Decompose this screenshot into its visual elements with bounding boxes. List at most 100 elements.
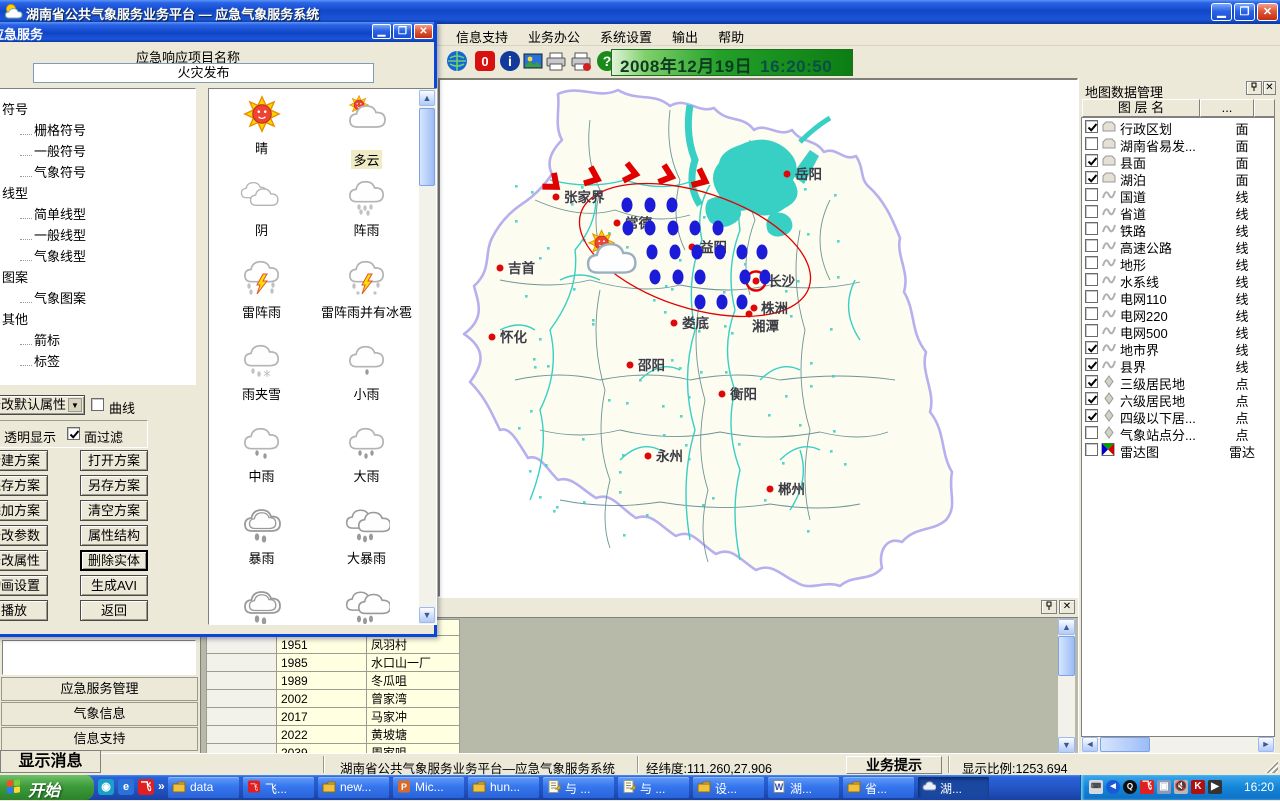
- table-row[interactable]: 2002曾家湾: [207, 690, 460, 708]
- symbol-partial[interactable]: [209, 587, 314, 625]
- table-row[interactable]: 2022黄坡塘: [207, 726, 460, 744]
- layer-row-县界[interactable]: 县界线: [1082, 356, 1274, 373]
- symbol-雷阵雨[interactable]: 雷阵雨: [209, 259, 314, 321]
- layer-checkbox[interactable]: [1085, 392, 1098, 405]
- layer-row-四级以下居...[interactable]: 四级以下居...点: [1082, 407, 1274, 424]
- layer-checkbox[interactable]: [1085, 120, 1098, 133]
- table-row[interactable]: 1989冬瓜咀: [207, 672, 460, 690]
- layer-name-column-header[interactable]: 图 层 名: [1082, 99, 1200, 117]
- taskbar-button-3[interactable]: PMic...: [393, 777, 464, 798]
- layer-row-电网500[interactable]: 电网500线: [1082, 322, 1274, 339]
- layers-panel-hscrollbar[interactable]: ◄ ►: [1081, 737, 1275, 753]
- taskbar-button-1[interactable]: 飞飞...: [243, 777, 314, 798]
- layer-checkbox[interactable]: [1085, 205, 1098, 218]
- button-新建方案[interactable]: 新建方案: [0, 450, 48, 471]
- layer-row-地形[interactable]: 地形线: [1082, 254, 1274, 271]
- network-icon[interactable]: ▣: [1157, 780, 1171, 794]
- tree-group-0[interactable]: 符号: [2, 99, 195, 120]
- layer-row-六级居民地[interactable]: 六级居民地点: [1082, 390, 1274, 407]
- taskbar-button-2[interactable]: new...: [318, 777, 389, 798]
- symbol-雷阵雨并有冰雹[interactable]: 雷阵雨并有冰雹: [314, 259, 419, 321]
- dialog-restore-button[interactable]: ❐: [393, 24, 412, 39]
- symbol-晴[interactable]: 晴: [209, 95, 314, 157]
- tree-item-3-1[interactable]: 标签: [2, 351, 195, 372]
- button-删除实体[interactable]: 删除实体: [80, 550, 148, 571]
- symbol-暴雨[interactable]: 暴雨: [209, 505, 314, 567]
- symbol-阴[interactable]: 阴: [209, 177, 314, 239]
- business-tip-button[interactable]: 业务提示: [846, 756, 942, 774]
- layer-checkbox[interactable]: [1085, 137, 1098, 150]
- taskbar-button-0[interactable]: data: [168, 777, 239, 798]
- button-动画设置[interactable]: 动画设置: [0, 575, 48, 596]
- symbol-阵雨[interactable]: 阵雨: [314, 177, 419, 239]
- msn-icon[interactable]: ◉: [98, 779, 114, 795]
- sidebar-button-weather-info[interactable]: 气象信息: [1, 702, 198, 726]
- scroll-left-icon[interactable]: ◄: [1082, 737, 1098, 752]
- layer-checkbox[interactable]: [1085, 222, 1098, 235]
- map-canvas[interactable]: 岳阳张家界常德益阳长沙吉首娄底株洲湘潭怀化邵阳衡阳永州郴州: [438, 78, 1078, 597]
- symbol-中雨[interactable]: 中雨: [209, 423, 314, 485]
- button-添加方案[interactable]: 添加方案: [0, 500, 48, 521]
- scroll-down-icon[interactable]: ▼: [1058, 737, 1075, 753]
- layer-row-湖泊[interactable]: 湖泊面: [1082, 169, 1274, 186]
- dialog-minimize-button[interactable]: ▁: [372, 24, 391, 39]
- kaspersky-icon[interactable]: K: [1191, 780, 1205, 794]
- start-button[interactable]: 开始: [0, 775, 94, 800]
- tree-item-2-0[interactable]: 气象图案: [2, 288, 195, 309]
- layer-type-column-header[interactable]: ...: [1200, 99, 1254, 117]
- button-修改参数[interactable]: 修改参数: [0, 525, 48, 546]
- button-另存方案[interactable]: 另存方案: [80, 475, 148, 496]
- language-icon[interactable]: ◄: [1106, 780, 1120, 794]
- keyboard-icon[interactable]: ⌨: [1089, 780, 1103, 794]
- symbol-雨夹雪[interactable]: 雨夹雪: [209, 341, 314, 403]
- show-message-tab[interactable]: 显示消息: [0, 750, 101, 773]
- layer-row-铁路[interactable]: 铁路线: [1082, 220, 1274, 237]
- tree-item-0-0[interactable]: 栅格符号: [2, 120, 195, 141]
- layer-checkbox[interactable]: [1085, 290, 1098, 303]
- dialog-close-button[interactable]: ✕: [414, 24, 433, 39]
- layer-checkbox[interactable]: [1085, 324, 1098, 337]
- minimize-button[interactable]: ▁: [1211, 3, 1232, 21]
- layer-row-电网220[interactable]: 电网220线: [1082, 305, 1274, 322]
- symbol-多云[interactable]: 多云: [314, 95, 419, 169]
- layer-checkbox[interactable]: [1085, 188, 1098, 201]
- printer-icon[interactable]: [545, 50, 568, 73]
- printer-alt-icon[interactable]: [570, 50, 593, 73]
- layer-row-雷达图[interactable]: 雷达图雷达: [1082, 441, 1274, 458]
- dialog-titlebar[interactable]: 应急服务 ▁ ❐ ✕: [0, 22, 434, 42]
- taskbar-button-9[interactable]: 省...: [843, 777, 914, 798]
- taskbar-button-7[interactable]: 设...: [693, 777, 764, 798]
- restore-button[interactable]: ❐: [1234, 3, 1255, 21]
- quicklaunch-overflow-icon[interactable]: »: [158, 779, 165, 793]
- tree-item-0-2[interactable]: 气象符号: [2, 162, 195, 183]
- layers-panel-pin-button[interactable]: [1246, 81, 1262, 95]
- symbol-tree[interactable]: 符号栅格符号一般符号气象符号线型简单线型一般线型气象线型图案气象图案其他箭标标签: [0, 88, 196, 385]
- stop-icon[interactable]: 0: [474, 50, 497, 73]
- tree-item-1-0[interactable]: 简单线型: [2, 204, 195, 225]
- layer-extra-column-header[interactable]: [1254, 99, 1275, 117]
- layer-row-行政区划[interactable]: 行政区划面: [1082, 118, 1274, 135]
- scroll-thumb[interactable]: [1058, 636, 1075, 676]
- table-row[interactable]: 1951凤羽村: [207, 636, 460, 654]
- layer-row-水系线[interactable]: 水系线线: [1082, 271, 1274, 288]
- button-播放[interactable]: 播放: [0, 600, 48, 621]
- taskbar-button-10[interactable]: 湖...: [918, 777, 989, 798]
- close-button[interactable]: ✕: [1257, 3, 1278, 21]
- taskbar-button-6[interactable]: 与 ...: [618, 777, 689, 798]
- button-清空方案[interactable]: 清空方案: [80, 500, 148, 521]
- symbol-partial[interactable]: [314, 587, 419, 625]
- taskbar-button-4[interactable]: hun...: [468, 777, 539, 798]
- layer-checkbox[interactable]: [1085, 409, 1098, 422]
- tree-group-1[interactable]: 线型: [2, 183, 195, 204]
- gpu-icon[interactable]: ▶: [1208, 780, 1222, 794]
- scroll-thumb[interactable]: [419, 108, 435, 186]
- layer-checkbox[interactable]: [1085, 256, 1098, 269]
- station-table[interactable]: 1951凤羽村1985水口山一厂1989冬瓜咀2002曾家湾2017马家冲202…: [206, 619, 460, 753]
- button-保存方案[interactable]: 保存方案: [0, 475, 48, 496]
- layer-checkbox[interactable]: [1085, 239, 1098, 252]
- table-row[interactable]: 2017马家冲: [207, 708, 460, 726]
- layers-panel-close-button[interactable]: ✕: [1263, 81, 1276, 95]
- button-生成AVI[interactable]: 生成AVI: [80, 575, 148, 596]
- symbol-大雨[interactable]: 大雨: [314, 423, 419, 485]
- layer-row-湖南省易发...[interactable]: 湖南省易发...面: [1082, 135, 1274, 152]
